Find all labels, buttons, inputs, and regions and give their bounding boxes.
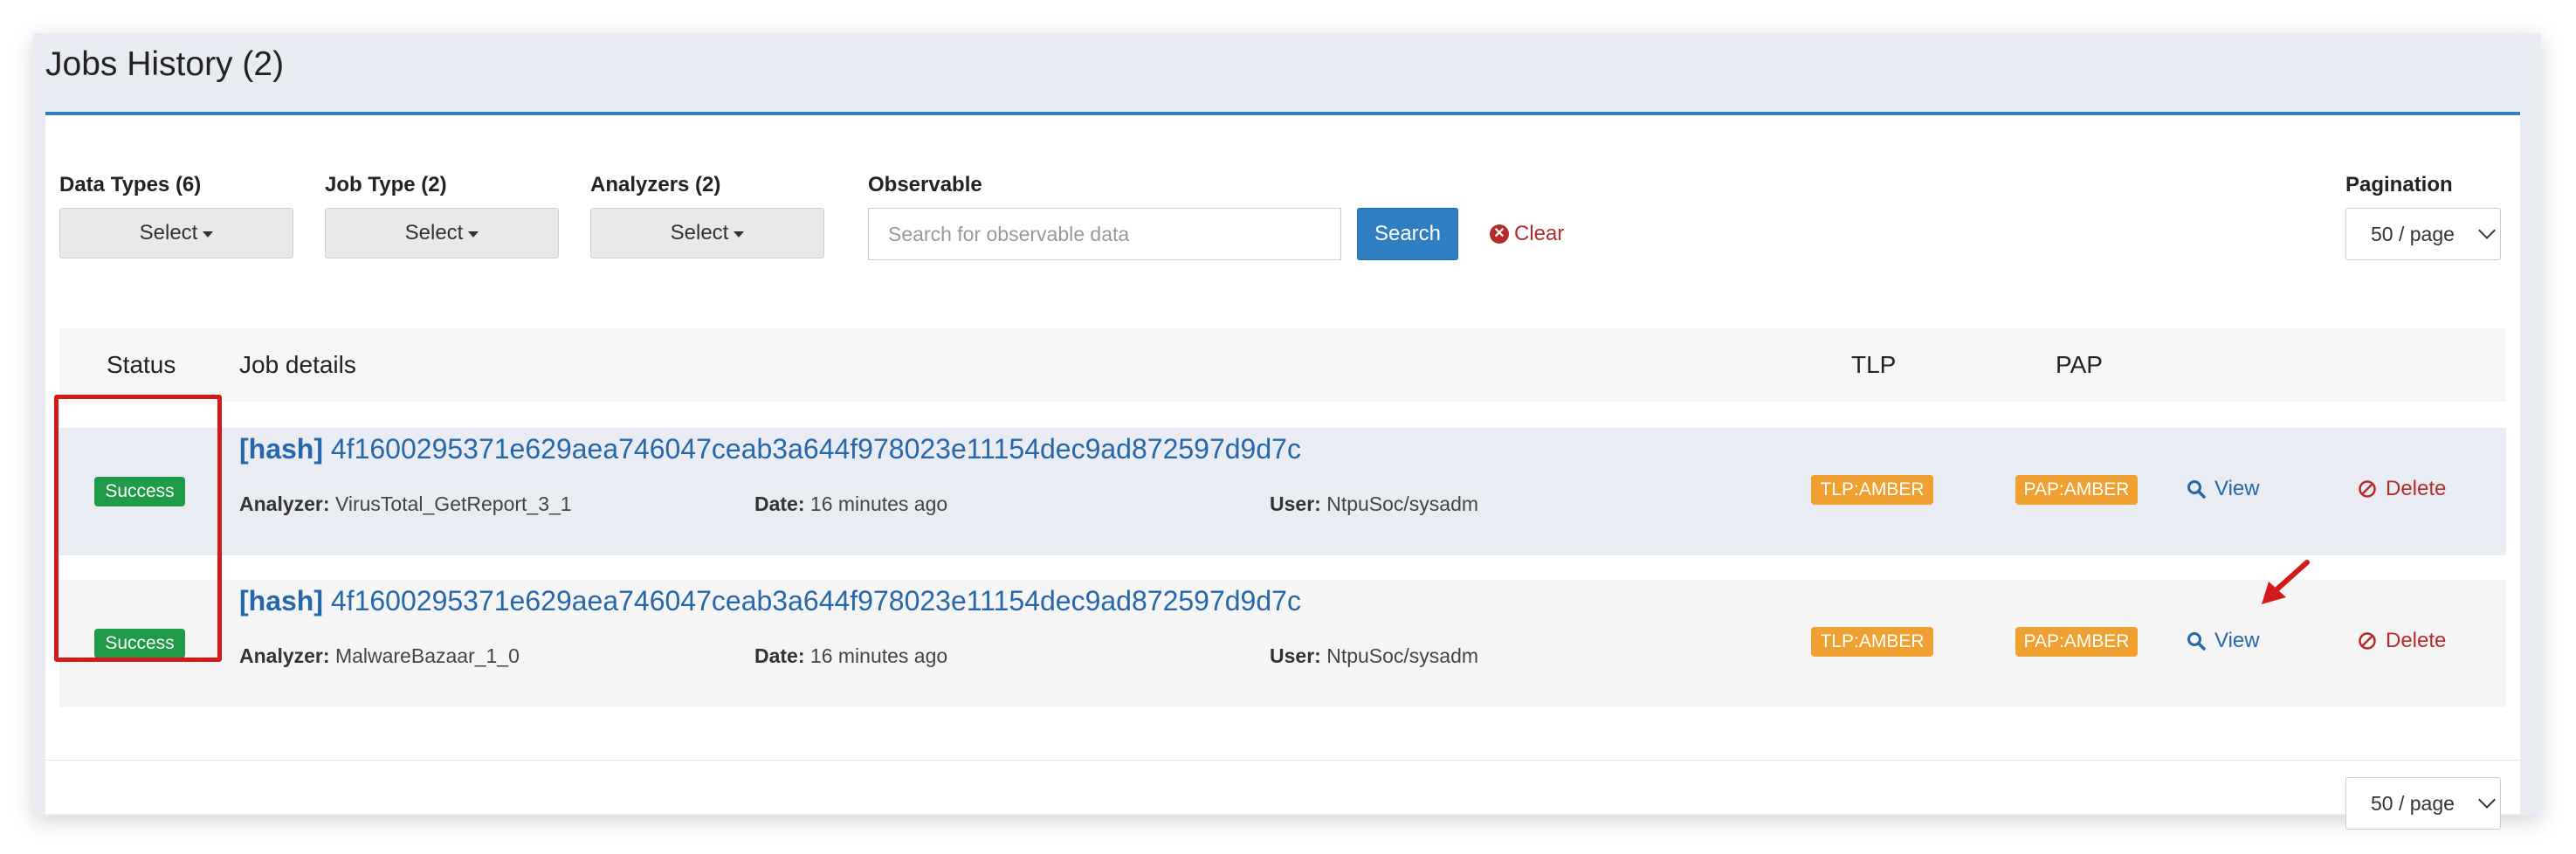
search-button[interactable]: Search: [1357, 208, 1458, 260]
analyzers-dropdown-value: Select: [670, 221, 729, 244]
analyzer-info: Analyzer: MalwareBazaar_1_0: [239, 644, 520, 668]
data-types-dropdown-value: Select: [139, 221, 198, 244]
delete-button[interactable]: Delete: [2358, 629, 2446, 653]
view-label: View: [2214, 477, 2260, 500]
date-value: 16 minutes ago: [809, 492, 948, 515]
table-header: Status Job details TLP PAP: [59, 328, 2506, 402]
column-header-status: Status: [107, 351, 176, 378]
pagination-select-top[interactable]: 50 / page: [2345, 208, 2501, 260]
pagination-select-bottom[interactable]: 50 / page: [2345, 777, 2501, 830]
delete-button[interactable]: Delete: [2358, 477, 2446, 501]
clear-circle-icon: ✕: [1490, 224, 1509, 244]
table-row: Success [hash] 4f1600295371e629aea746047…: [59, 580, 2506, 707]
search-icon: [2187, 632, 2206, 651]
panel-body: Data Types (6) Select Job Type (2) Selec…: [45, 112, 2520, 830]
job-type-dropdown[interactable]: Select: [325, 208, 559, 258]
table-footer-divider: [45, 760, 2520, 761]
column-header-tlp: TLP: [1851, 351, 1897, 378]
delete-label: Delete: [2386, 477, 2447, 500]
tlp-badge: TLP:AMBER: [1811, 475, 1933, 505]
caret-down-icon: [468, 231, 479, 238]
pagination-select-value: 50 / page: [2371, 791, 2455, 815]
user-info: User: NtpuSoc/sysadm: [1270, 644, 1478, 668]
search-icon: [2187, 480, 2206, 499]
status-column-highlight: [54, 395, 222, 662]
pagination-label: Pagination: [2345, 173, 2453, 196]
tlp-badge: TLP:AMBER: [1811, 627, 1933, 657]
analyzer-key: Analyzer:: [239, 492, 330, 515]
column-header-job-details: Job details: [239, 351, 356, 378]
column-header-pap: PAP: [2056, 351, 2103, 378]
date-key: Date:: [754, 492, 805, 515]
view-button[interactable]: View: [2187, 477, 2260, 501]
job-type-label: Job Type (2): [325, 173, 447, 196]
table-row: Success [hash] 4f1600295371e629aea746047…: [59, 428, 2506, 555]
date-info: Date: 16 minutes ago: [754, 644, 947, 668]
analyzer-key: Analyzer:: [239, 644, 330, 667]
data-types-label: Data Types (6): [59, 173, 202, 196]
observable-search-input[interactable]: [868, 208, 1341, 260]
pap-badge: PAP:AMBER: [2015, 475, 2138, 505]
user-info: User: NtpuSoc/sysadm: [1270, 492, 1478, 516]
ban-icon: [2359, 480, 2376, 498]
red-arrow-icon: [2262, 560, 2310, 604]
observable-value: 4f1600295371e629aea746047ceab3a644f97802…: [330, 585, 1301, 616]
user-value: NtpuSoc/sysadm: [1326, 644, 1479, 667]
observable-label: Observable: [868, 173, 982, 196]
job-title-link[interactable]: [hash] 4f1600295371e629aea746047ceab3a64…: [239, 585, 1301, 617]
observable-type-tag: [hash]: [239, 433, 323, 465]
caret-down-icon: [203, 231, 214, 238]
analyzers-label: Analyzers (2): [590, 173, 721, 196]
view-label: View: [2214, 629, 2260, 652]
chevron-down-icon: [2478, 791, 2496, 809]
caret-down-icon: [734, 231, 745, 238]
date-value: 16 minutes ago: [809, 644, 948, 667]
user-key: User:: [1270, 492, 1321, 515]
observable-value: 4f1600295371e629aea746047ceab3a644f97802…: [330, 433, 1301, 465]
analyzer-value: VirusTotal_GetReport_3_1: [334, 492, 572, 515]
date-info: Date: 16 minutes ago: [754, 492, 947, 516]
user-key: User:: [1270, 644, 1321, 667]
observable-type-tag: [hash]: [239, 585, 323, 616]
page-title: Jobs History (2): [45, 45, 285, 83]
clear-button[interactable]: ✕ Clear: [1490, 222, 1564, 246]
pagination-select-value: 50 / page: [2371, 222, 2455, 245]
analyzers-dropdown[interactable]: Select: [590, 208, 824, 258]
user-value: NtpuSoc/sysadm: [1326, 492, 1479, 515]
chevron-down-icon: [2478, 222, 2496, 239]
view-button[interactable]: View: [2187, 629, 2260, 653]
delete-label: Delete: [2386, 629, 2447, 652]
clear-label: Clear: [1514, 222, 1565, 245]
date-key: Date:: [754, 644, 805, 667]
jobs-history-panel: Jobs History (2) Data Types (6) Select J…: [33, 33, 2541, 830]
ban-icon: [2359, 632, 2376, 650]
analyzer-info: Analyzer: VirusTotal_GetReport_3_1: [239, 492, 572, 516]
job-type-dropdown-value: Select: [404, 221, 464, 244]
pap-badge: PAP:AMBER: [2015, 627, 2138, 657]
analyzer-value: MalwareBazaar_1_0: [334, 644, 520, 667]
data-types-dropdown[interactable]: Select: [59, 208, 293, 258]
job-title-link[interactable]: [hash] 4f1600295371e629aea746047ceab3a64…: [239, 433, 1301, 465]
